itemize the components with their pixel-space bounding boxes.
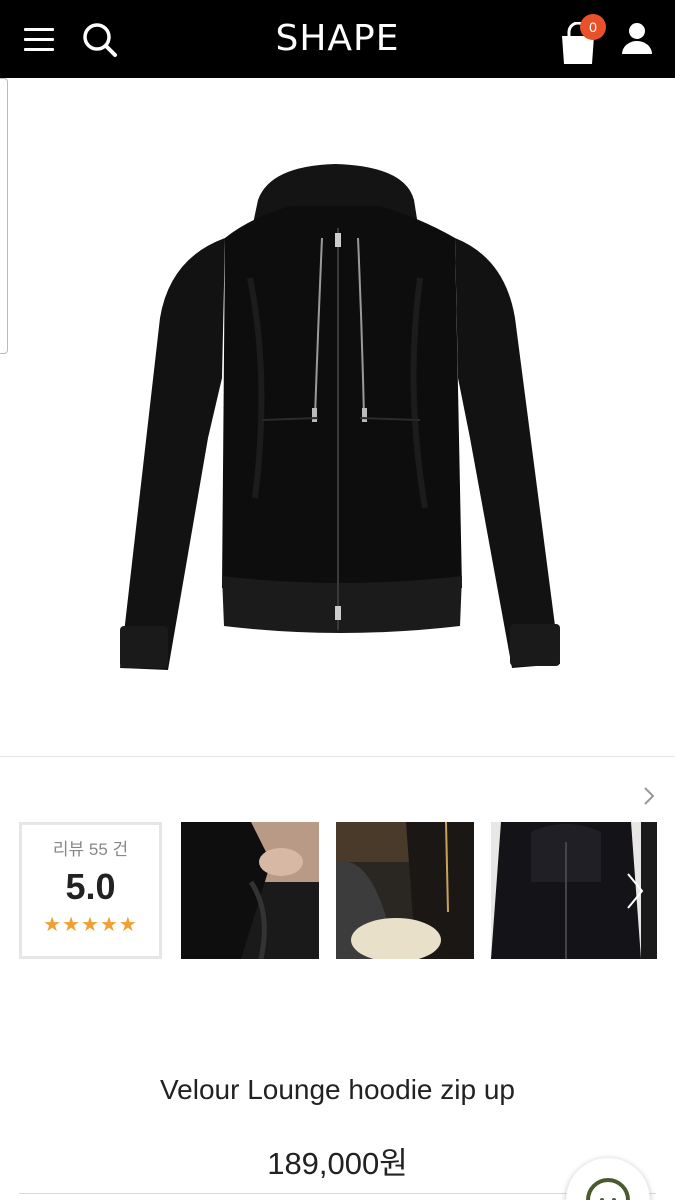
review-photo-thumbnail[interactable] — [336, 822, 474, 959]
user-icon[interactable] — [618, 20, 656, 58]
chat-button[interactable] — [566, 1158, 650, 1200]
review-summary[interactable]: 리뷰 55 건 5.0 ★★★★★ — [19, 822, 162, 959]
chevron-right-icon[interactable] — [640, 784, 658, 808]
product-main-image[interactable] — [0, 78, 675, 756]
side-drawer-tab[interactable] — [0, 78, 8, 354]
chevron-right-icon[interactable] — [620, 868, 650, 914]
divider — [0, 756, 675, 757]
review-photo-thumbnail[interactable] — [181, 822, 319, 959]
cart-button[interactable]: 0 — [558, 14, 608, 64]
hoodie-illustration — [120, 164, 560, 670]
divider — [19, 1193, 656, 1194]
review-count-label: 리뷰 55 건 — [52, 840, 129, 859]
review-photo-1 — [181, 822, 319, 959]
review-stars: ★★★★★ — [43, 914, 138, 936]
cart-count-badge: 0 — [580, 14, 606, 40]
review-score: 5.0 — [65, 866, 116, 907]
chat-icon — [586, 1178, 630, 1200]
product-name: Velour Lounge hoodie zip up — [160, 1074, 515, 1105]
top-navigation-bar: SHAPE 0 — [0, 0, 675, 78]
review-photo-2 — [336, 822, 474, 959]
